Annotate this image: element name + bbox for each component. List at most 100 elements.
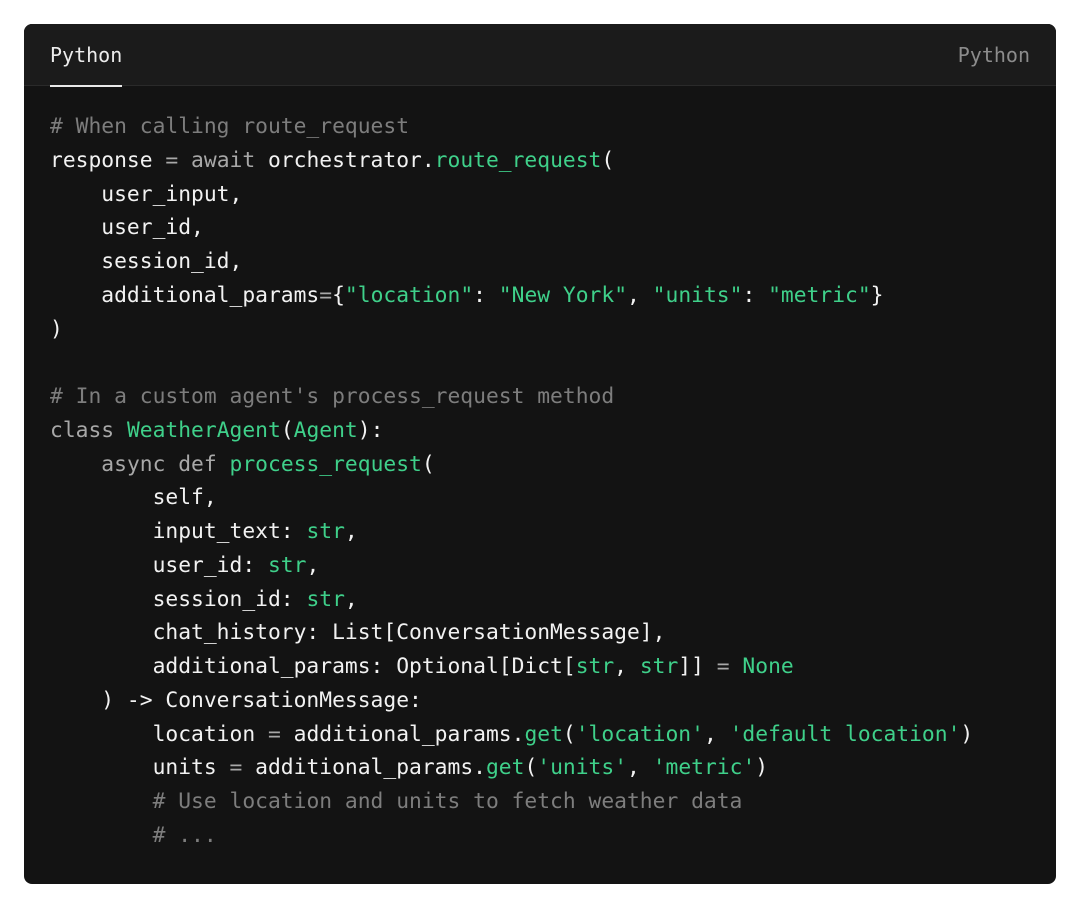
code-line: ) — [50, 313, 1036, 347]
code-token: "New York" — [498, 282, 628, 308]
code-token: 'units' — [537, 755, 628, 781]
code-token: location — [50, 721, 268, 747]
code-token: 'default location' — [729, 721, 961, 747]
code-token: = — [152, 147, 192, 173]
code-token: def — [178, 451, 217, 477]
code-token: self, — [50, 485, 217, 511]
code-token: additional_params. — [242, 755, 486, 781]
code-token: units — [50, 755, 230, 781]
code-token: = — [319, 282, 333, 308]
code-token: WeatherAgent — [126, 417, 281, 443]
code-token: # When calling route_request — [50, 114, 410, 139]
code-token: get — [524, 721, 563, 747]
code-token: "metric" — [768, 282, 871, 308]
code-token: class — [50, 417, 115, 443]
code-token: session_id: — [50, 586, 307, 612]
code-line: location = additional_params.get('locati… — [50, 718, 1036, 752]
code-token: ]] — [678, 654, 717, 679]
tab-python[interactable]: Python — [50, 24, 123, 87]
code-token: await — [191, 147, 256, 173]
code-token: , — [344, 586, 358, 612]
code-token: "location" — [344, 282, 474, 308]
code-line: self, — [50, 481, 1036, 515]
code-block: Python Python # When calling route_reque… — [24, 24, 1056, 884]
code-token: ( — [524, 755, 538, 781]
code-token: str — [306, 586, 345, 612]
code-token: # ... — [152, 822, 217, 848]
code-line: # ... — [50, 819, 1036, 853]
code-token: "units" — [652, 282, 743, 308]
code-token: # In a custom agent's process_request me… — [50, 384, 615, 409]
code-token: , — [306, 552, 320, 578]
code-token: , — [627, 755, 653, 781]
code-line: user_id: str, — [50, 549, 1036, 583]
code-token: Agent — [293, 417, 358, 443]
code-line: additional_params={"location": "New York… — [50, 279, 1036, 313]
code-token: user_id: — [50, 552, 268, 578]
code-line: units = additional_params.get('units', '… — [50, 751, 1036, 785]
code-token: = — [229, 755, 243, 781]
code-token: : — [742, 282, 769, 308]
code-content: # When calling route_request response = a… — [50, 110, 1036, 853]
code-token: user_input, — [50, 181, 243, 207]
code-line: session_id: str, — [50, 583, 1036, 617]
code-line: ) -> ConversationMessage: — [50, 684, 1036, 718]
code-token: ( — [562, 721, 576, 747]
code-line: # Use location and units to fetch weathe… — [50, 785, 1036, 819]
code-line: user_input, — [50, 178, 1036, 212]
code-token: 'metric' — [652, 755, 756, 781]
code-token: str — [267, 552, 307, 578]
code-token: ( — [601, 147, 615, 173]
code-line: user_id, — [50, 211, 1036, 245]
code-token: get — [485, 755, 525, 781]
code-line: input_text: str, — [50, 515, 1036, 549]
code-token: ) — [960, 721, 974, 747]
code-token: ( — [280, 417, 294, 443]
code-token: 'location' — [575, 721, 704, 747]
code-line: response = await orchestrator.route_requ… — [50, 144, 1036, 178]
code-line: chat_history: List[ConversationMessage], — [50, 616, 1036, 650]
tab-label: Python — [50, 43, 123, 67]
code-token: = — [267, 721, 281, 747]
code-token: ) — [50, 316, 63, 342]
code-token: , — [344, 519, 358, 544]
code-token: None — [742, 654, 794, 679]
code-line: async def process_request( — [50, 448, 1036, 482]
code-line: class WeatherAgent(Agent): — [50, 414, 1036, 448]
code-token: str — [639, 654, 679, 679]
code-token: async — [101, 451, 166, 477]
code-token: orchestrator. — [255, 147, 435, 173]
code-token: # Use location and units to fetch weathe… — [152, 789, 743, 814]
code-token: : — [473, 282, 499, 308]
code-line: # When calling route_request — [50, 110, 1036, 144]
code-token: response — [50, 147, 153, 173]
code-token: process_request — [229, 451, 422, 477]
code-token: chat_history: List[ConversationMessage], — [50, 620, 666, 646]
active-tab-indicator — [50, 85, 123, 87]
code-token: { — [332, 282, 345, 308]
code-token: input_text: — [50, 519, 307, 544]
code-token: ) — [755, 755, 769, 781]
code-token: route_request — [434, 147, 602, 173]
code-token: = — [716, 654, 730, 679]
code-token: , — [614, 654, 640, 679]
code-tab-bar: Python Python — [24, 24, 1056, 87]
code-token: user_id, — [50, 215, 204, 241]
code-token: ): — [357, 417, 384, 443]
code-token: } — [870, 282, 884, 308]
code-token: ( — [421, 451, 435, 477]
code-token: additional_params. — [280, 721, 525, 747]
code-token: , — [627, 282, 653, 308]
code-token: additional_params — [50, 282, 320, 308]
code-token: ) -> ConversationMessage: — [50, 687, 422, 713]
language-label: Python — [957, 43, 1030, 67]
code-line: session_id, — [50, 245, 1036, 279]
